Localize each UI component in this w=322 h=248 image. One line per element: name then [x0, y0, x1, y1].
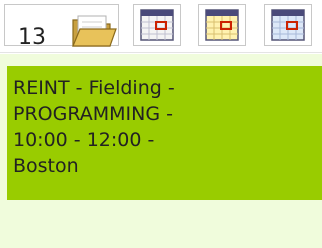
- folder-open-icon[interactable]: [70, 12, 118, 50]
- header-divider: [0, 52, 322, 53]
- calendar-view-yellow-icon: [205, 9, 239, 41]
- calendar-view-blue-button[interactable]: [264, 4, 312, 46]
- day-header-box: 13: [4, 4, 119, 50]
- calendar-view-icon: [140, 9, 174, 41]
- calendar-view-blue-icon: [271, 9, 305, 41]
- calendar-view-button[interactable]: [133, 4, 181, 46]
- calendar-event[interactable]: REINT - Fielding - PROGRAMMING - 10:00 -…: [7, 66, 322, 200]
- day-number[interactable]: 13: [18, 25, 46, 50]
- event-text: REINT - Fielding - PROGRAMMING - 10:00 -…: [13, 77, 175, 177]
- day-header: 13: [0, 0, 322, 54]
- calendar-day-cell: 13 REINT - Fielding - PROGRAMMING - 10:0…: [0, 0, 322, 248]
- calendar-view-yellow-button[interactable]: [198, 4, 246, 46]
